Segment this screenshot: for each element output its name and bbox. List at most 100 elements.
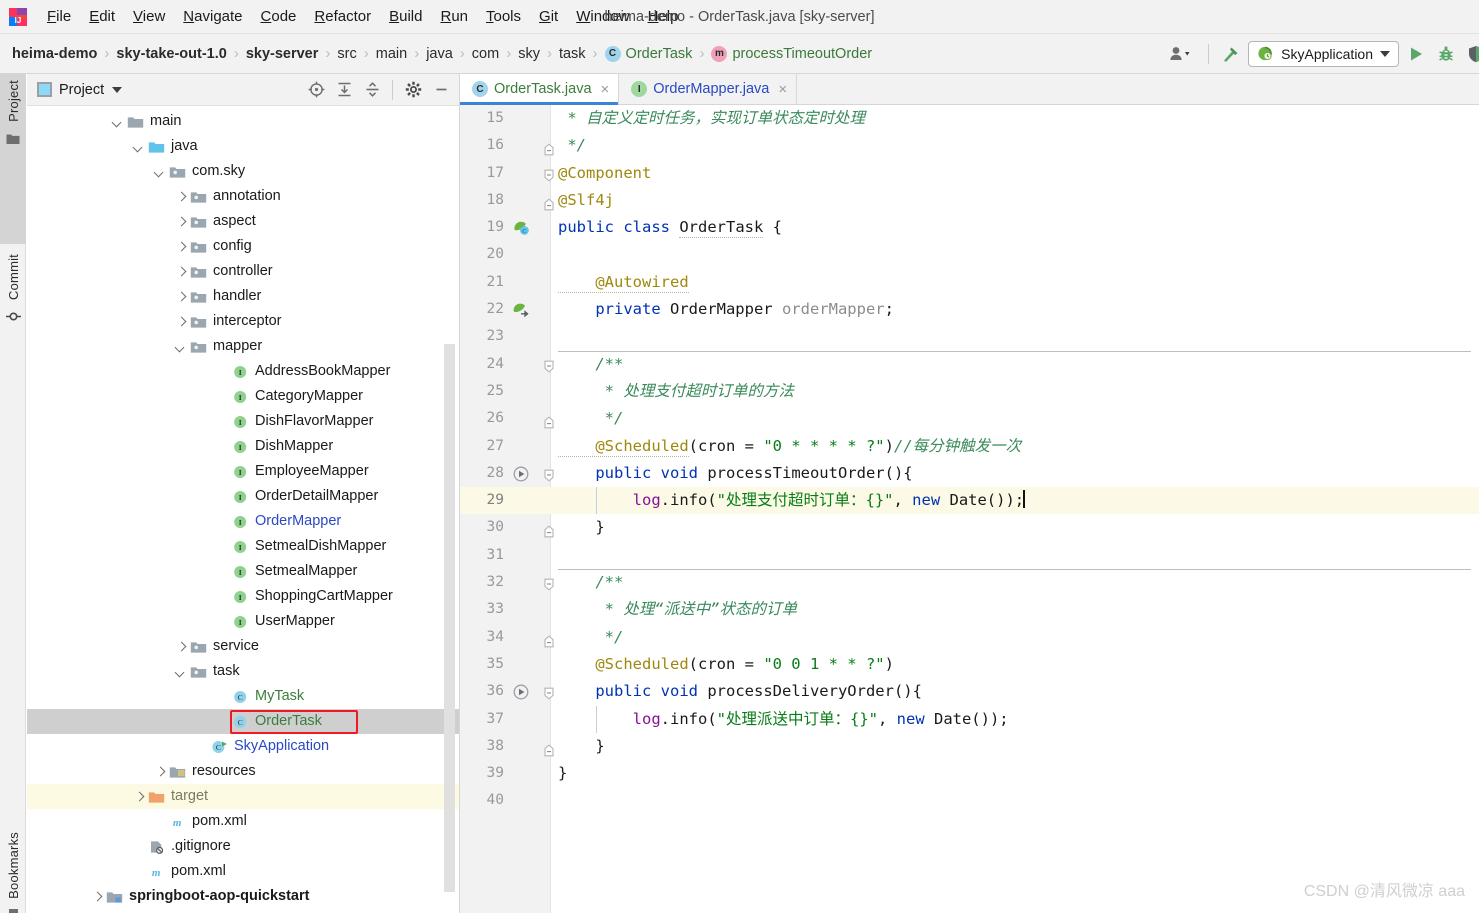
tree-item-annotation[interactable]: annotation <box>27 184 460 209</box>
user-account-icon[interactable] <box>1165 41 1199 67</box>
tree-item-employeemapper[interactable]: I EmployeeMapper <box>27 459 460 484</box>
menu-window[interactable]: Window <box>567 5 638 28</box>
code-line[interactable]: 39} <box>460 760 1479 787</box>
tree-item-mytask[interactable]: C MyTask <box>27 684 460 709</box>
tree-item-orderdetailmapper[interactable]: I OrderDetailMapper <box>27 484 460 509</box>
sidebar-item-bookmarks[interactable]: Bookmarks <box>0 826 26 913</box>
code-line[interactable]: 24 /** <box>460 350 1479 378</box>
gutter-marker[interactable]: C <box>512 219 530 237</box>
chevron-down-icon[interactable] <box>1380 50 1390 57</box>
breadcrumb-item-main[interactable]: main <box>376 46 407 62</box>
chevron-right-icon[interactable] <box>174 240 188 254</box>
tree-item-dishmapper[interactable]: I DishMapper <box>27 434 460 459</box>
menu-code[interactable]: Code <box>252 5 306 28</box>
code-folding-marker[interactable] <box>542 466 556 484</box>
code-folding-marker[interactable] <box>542 630 556 647</box>
sidebar-item-project[interactable]: Project <box>0 74 26 244</box>
fold-region-start-icon[interactable] <box>542 360 556 375</box>
breadcrumb-item-task[interactable]: task <box>559 46 586 62</box>
menu-file[interactable]: File <box>38 5 80 28</box>
close-icon[interactable]: × <box>601 81 610 98</box>
tree-item-com-sky[interactable]: com.sky <box>27 159 460 184</box>
chevron-right-icon[interactable] <box>132 790 146 804</box>
menu-navigate[interactable]: Navigate <box>174 5 251 28</box>
code-editor[interactable]: 15 * 自定义定时任务，实现订单状态定时处理 16 */17 @Component… <box>460 105 1479 913</box>
menu-build[interactable]: Build <box>380 5 431 28</box>
code-line[interactable]: 15 * 自定义定时任务，实现订单状态定时处理 <box>460 105 1479 132</box>
breadcrumb-item-ordertask[interactable]: C OrderTask <box>604 45 692 62</box>
code-line[interactable]: 23 <box>460 323 1479 350</box>
tree-item-ordertask[interactable]: C OrderTask <box>27 709 460 734</box>
breadcrumb-item-heima-demo[interactable]: heima-demo <box>12 46 97 62</box>
code-line[interactable]: 40 <box>460 787 1479 814</box>
fold-region-end-icon[interactable] <box>542 141 556 156</box>
select-opened-file-icon[interactable] <box>303 77 329 103</box>
tree-item-ordermapper[interactable]: I OrderMapper <box>27 509 460 534</box>
tree-item-setmealmapper[interactable]: I SetmealMapper <box>27 559 460 584</box>
code-line[interactable]: 16 */ <box>460 132 1479 159</box>
code-line[interactable]: 34 */ <box>460 624 1479 651</box>
sidebar-item-commit[interactable]: Commit <box>0 248 26 373</box>
code-line[interactable]: 35 @Scheduled(cron = "0 0 1 * * ?") <box>460 651 1479 678</box>
code-line[interactable]: 18 @Slf4j <box>460 187 1479 214</box>
chevron-right-icon[interactable] <box>174 290 188 304</box>
code-line[interactable]: 19 Cpublic class OrderTask { <box>460 214 1479 241</box>
breadcrumb-item-sky[interactable]: sky <box>518 46 540 62</box>
run-play-icon[interactable] <box>1403 41 1429 67</box>
run-method-icon[interactable] <box>512 683 530 701</box>
menu-tools[interactable]: Tools <box>477 5 530 28</box>
code-folding-marker[interactable] <box>542 739 556 757</box>
code-line[interactable]: 28 public void processTimeoutOrder(){ <box>460 460 1479 487</box>
project-tree[interactable]: main java com.sky annotation aspect config con… <box>27 106 460 912</box>
code-folding-marker[interactable] <box>542 575 556 593</box>
code-line[interactable]: 20 <box>460 241 1479 268</box>
tree-item-service[interactable]: service <box>27 634 460 659</box>
menu-git[interactable]: Git <box>530 5 567 28</box>
breadcrumb-item-java[interactable]: java <box>426 46 453 62</box>
fold-region-end-icon[interactable] <box>542 742 556 757</box>
tree-item-aspect[interactable]: aspect <box>27 209 460 234</box>
tree-item-handler[interactable]: handler <box>27 284 460 309</box>
run-method-icon[interactable] <box>512 465 530 483</box>
editor-tab-ordermapper-java[interactable]: I OrderMapper.java × <box>619 74 798 104</box>
tree-item-addressbookmapper[interactable]: I AddressBookMapper <box>27 359 460 384</box>
fold-region-end-icon[interactable] <box>542 196 556 211</box>
tree-item-pom-xml[interactable]: m pom.xml <box>27 809 460 834</box>
fold-region-start-icon[interactable] <box>542 578 556 593</box>
tree-item-shoppingcartmapper[interactable]: I ShoppingCartMapper <box>27 584 460 609</box>
tree-item-mapper[interactable]: mapper <box>27 334 460 359</box>
code-line[interactable]: 29 log.info("处理支付超时订单：{}", new Date()); <box>460 487 1479 515</box>
breadcrumb-item-processtimeoutorder[interactable]: m processTimeoutOrder <box>711 45 872 62</box>
code-line[interactable]: 38 } <box>460 733 1479 760</box>
tree-item-setmealdishmapper[interactable]: I SetmealDishMapper <box>27 534 460 559</box>
tree-item-config[interactable]: config <box>27 234 460 259</box>
tree-item-java[interactable]: java <box>27 134 460 159</box>
tree-item-main[interactable]: main <box>27 109 460 134</box>
fold-region-end-icon[interactable] <box>542 523 556 538</box>
fold-region-start-icon[interactable] <box>542 469 556 484</box>
hide-panel-icon[interactable] <box>428 77 454 103</box>
gutter-marker[interactable] <box>512 683 530 701</box>
menu-run[interactable]: Run <box>431 5 477 28</box>
tree-item-interceptor[interactable]: interceptor <box>27 309 460 334</box>
code-line[interactable]: 27 @Scheduled(cron = "0 * * * * ?")//每分钟… <box>460 433 1479 460</box>
code-line[interactable]: 22 private OrderMapper orderMapper; <box>460 296 1479 323</box>
code-line[interactable]: 21 @Autowired <box>460 269 1479 296</box>
debug-bug-icon[interactable] <box>1433 41 1459 67</box>
project-tree-scrollbar[interactable] <box>444 344 455 892</box>
run-configuration-selector[interactable]: SkyApplication <box>1248 40 1399 67</box>
spring-bean-icon[interactable]: C <box>512 219 530 237</box>
code-folding-marker[interactable] <box>542 684 556 700</box>
code-line[interactable]: 17 @Component <box>460 160 1479 187</box>
editor-tab-ordertask-java[interactable]: C OrderTask.java × <box>460 74 620 105</box>
code-folding-marker[interactable] <box>542 411 556 429</box>
code-line[interactable]: 32 /** <box>460 569 1479 596</box>
tree-item-skyapplication[interactable]: C SkyApplication <box>27 734 460 759</box>
tree-item-pom-xml[interactable]: m pom.xml <box>27 859 460 884</box>
chevron-down-icon[interactable] <box>153 165 167 179</box>
run-with-coverage-icon[interactable] <box>1463 41 1479 67</box>
chevron-right-icon[interactable] <box>174 640 188 654</box>
tree-item-springboot-aop-quickstart[interactable]: springboot-aop-quickstart <box>27 884 460 909</box>
code-line[interactable]: 37 log.info("处理派送中订单：{}", new Date()); <box>460 705 1479 733</box>
tree-item-dishflavormapper[interactable]: I DishFlavorMapper <box>27 409 460 434</box>
